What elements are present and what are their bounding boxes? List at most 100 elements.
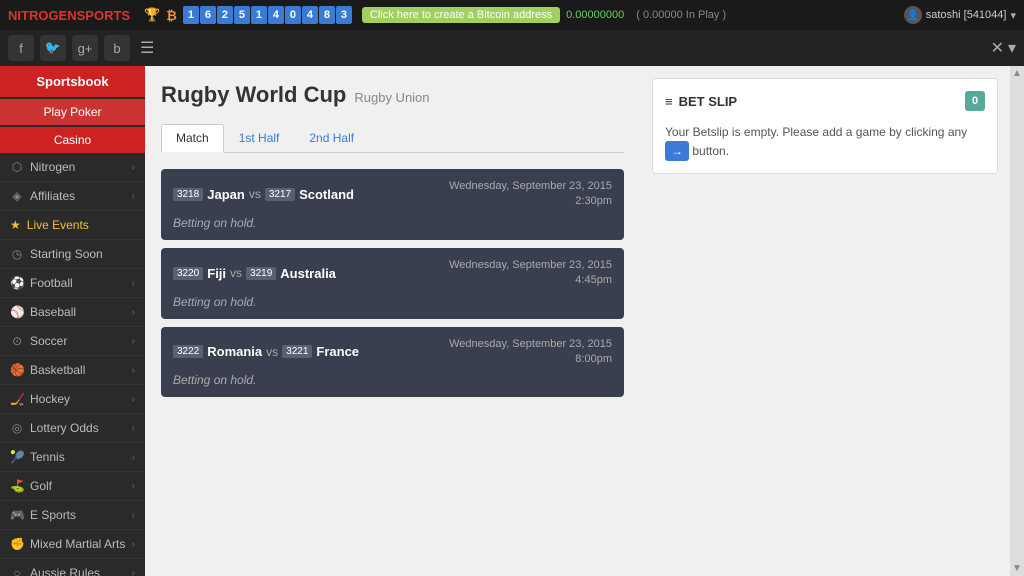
- in-play-balance: ( 0.00000 In Play ): [636, 9, 726, 21]
- gplus-button[interactable]: g+: [72, 35, 98, 61]
- betslip-empty-message: Your Betslip is empty. Please add a game…: [665, 123, 985, 161]
- page-header: Rugby World Cup Rugby Union: [161, 82, 624, 112]
- sidebar-item-nitrogen[interactable]: ⬡ Nitrogen ›: [0, 153, 145, 182]
- football-icon: ⚽: [10, 276, 24, 290]
- window-controls: ✕ ▾: [991, 38, 1016, 58]
- sidebar-label-nitrogen: Nitrogen: [30, 160, 75, 174]
- page-title: Rugby World Cup: [161, 82, 346, 108]
- mma-icon: ✊: [10, 537, 24, 551]
- match-time-1: 2:30pm: [449, 194, 612, 209]
- affiliates-icon: ◈: [10, 189, 24, 203]
- team1-badge-2: 3220: [173, 267, 203, 280]
- sidebar-item-starting-soon[interactable]: ◷ Starting Soon: [0, 240, 145, 269]
- scroll-down-icon[interactable]: ▼: [1010, 561, 1024, 576]
- chevron-icon: ›: [132, 452, 135, 463]
- chevron-icon: ›: [132, 423, 135, 434]
- vs-text-3: vs: [266, 345, 278, 359]
- chevron-icon: ›: [132, 336, 135, 347]
- chevron-icon: ›: [132, 307, 135, 318]
- sidebar-item-aussie-rules[interactable]: ○ Aussie Rules ›: [0, 559, 145, 576]
- sidebar-item-mma[interactable]: ✊ Mixed Martial Arts ›: [0, 530, 145, 559]
- lottery-icon: ◎: [10, 421, 24, 435]
- sidebar-item-esports[interactable]: 🎮 E Sports ›: [0, 501, 145, 530]
- balance-value: 0.00000000: [566, 9, 624, 21]
- sidebar-item-tennis[interactable]: 🎾 Tennis ›: [0, 443, 145, 472]
- bitcoin-icon: ₿: [166, 8, 177, 23]
- team1-name-2: Fiji: [207, 266, 226, 281]
- match-date-3: Wednesday, September 23, 2015: [449, 337, 612, 352]
- user-info: 👤 satoshi [541044] ▾: [904, 6, 1016, 24]
- add-game-arrow-icon: →: [665, 141, 689, 161]
- sidebar-label-affiliates: Affiliates: [30, 189, 75, 203]
- tab-match[interactable]: Match: [161, 124, 224, 153]
- match-datetime-3: Wednesday, September 23, 2015 8:00pm: [449, 337, 612, 368]
- menu-icon: ≡: [665, 94, 673, 109]
- sidebar-label-lottery: Lottery Odds: [30, 421, 99, 435]
- sidebar-poker[interactable]: Play Poker: [0, 99, 145, 125]
- sidebar-label-esports: E Sports: [30, 508, 76, 522]
- team2-name-1: Scotland: [299, 187, 354, 202]
- betslip-title: ≡ BET SLIP: [665, 94, 737, 109]
- sidebar-sportsbook[interactable]: Sportsbook: [0, 66, 145, 97]
- sidebar-item-football[interactable]: ⚽ Football ›: [0, 269, 145, 298]
- sidebar-label-mma: Mixed Martial Arts: [30, 537, 125, 551]
- team2-badge-3: 3221: [282, 345, 312, 358]
- sidebar-item-lottery[interactable]: ◎ Lottery Odds ›: [0, 414, 145, 443]
- team2-name-3: France: [316, 344, 359, 359]
- team1-badge-1: 3218: [173, 188, 203, 201]
- ticker: 1 6 2 5 1 4 0 4 8 3: [183, 6, 352, 24]
- user-chevron[interactable]: ▾: [1010, 9, 1016, 22]
- sidebar-label-golf: Golf: [30, 479, 52, 493]
- sidebar-label-aussie-rules: Aussie Rules: [30, 566, 100, 576]
- close-button[interactable]: ✕: [991, 38, 1004, 58]
- sidebar-casino[interactable]: Casino: [0, 127, 145, 153]
- match-card-3: 3222 Romania vs 3221 France Wednesday, S…: [161, 327, 624, 398]
- sidebar-label-football: Football: [30, 276, 73, 290]
- user-avatar: 👤: [904, 6, 922, 24]
- basketball-icon: 🏀: [10, 363, 24, 377]
- sidebar-item-live-events[interactable]: ★ Live Events: [0, 211, 145, 240]
- esports-icon: 🎮: [10, 508, 24, 522]
- match-status-1: Betting on hold.: [173, 216, 612, 230]
- sidebar-item-basketball[interactable]: 🏀 Basketball ›: [0, 356, 145, 385]
- right-scrollbar[interactable]: ▲ ▼: [1010, 66, 1024, 576]
- team1-badge-3: 3222: [173, 345, 203, 358]
- tab-second-half[interactable]: 2nd Half: [294, 124, 369, 152]
- match-teams-2: 3220 Fiji vs 3219 Australia: [173, 266, 336, 281]
- team1-name-1: Japan: [207, 187, 245, 202]
- betslip-panel: ≡ BET SLIP 0 Your Betslip is empty. Plea…: [640, 66, 1010, 576]
- site-logo: NITROGENSPORTS: [8, 8, 130, 23]
- scroll-up-icon[interactable]: ▲: [1010, 66, 1024, 81]
- match-datetime-2: Wednesday, September 23, 2015 4:45pm: [449, 258, 612, 289]
- team2-name-2: Australia: [280, 266, 336, 281]
- sidebar-item-baseball[interactable]: ⚾ Baseball ›: [0, 298, 145, 327]
- match-time-2: 4:45pm: [449, 273, 612, 288]
- chevron-icon: ›: [132, 191, 135, 202]
- match-time-3: 8:00pm: [449, 352, 612, 367]
- tab-first-half[interactable]: 1st Half: [224, 124, 295, 152]
- create-btc-button[interactable]: Click here to create a Bitcoin address: [362, 7, 560, 23]
- sidebar-item-affiliates[interactable]: ◈ Affiliates ›: [0, 182, 145, 211]
- minimize-button[interactable]: ▾: [1008, 38, 1016, 58]
- vs-text-2: vs: [230, 266, 242, 280]
- sidebar-label-soccer: Soccer: [30, 334, 67, 348]
- facebook-button[interactable]: f: [8, 35, 34, 61]
- logo-nitrogen: NITROGEN: [8, 8, 77, 23]
- page-subtitle: Rugby Union: [354, 90, 429, 105]
- team1-name-3: Romania: [207, 344, 262, 359]
- betslip-header: ≡ BET SLIP 0: [665, 91, 985, 111]
- soccer-icon: ⊙: [10, 334, 24, 348]
- bitcoin-talk-button[interactable]: b: [104, 35, 130, 61]
- hamburger-menu[interactable]: ☰: [140, 38, 154, 58]
- match-teams-3: 3222 Romania vs 3221 France: [173, 344, 359, 359]
- sidebar-label-starting-soon: Starting Soon: [30, 247, 103, 261]
- sidebar-item-golf[interactable]: ⛳ Golf ›: [0, 472, 145, 501]
- clock-icon: ◷: [10, 247, 24, 261]
- main-content: Rugby World Cup Rugby Union Match 1st Ha…: [145, 66, 640, 576]
- sidebar-label-baseball: Baseball: [30, 305, 76, 319]
- sidebar-item-hockey[interactable]: 🏒 Hockey ›: [0, 385, 145, 414]
- twitter-button[interactable]: 🐦: [40, 35, 66, 61]
- sidebar-label-hockey: Hockey: [30, 392, 70, 406]
- sidebar-item-soccer[interactable]: ⊙ Soccer ›: [0, 327, 145, 356]
- betslip-count: 0: [965, 91, 985, 111]
